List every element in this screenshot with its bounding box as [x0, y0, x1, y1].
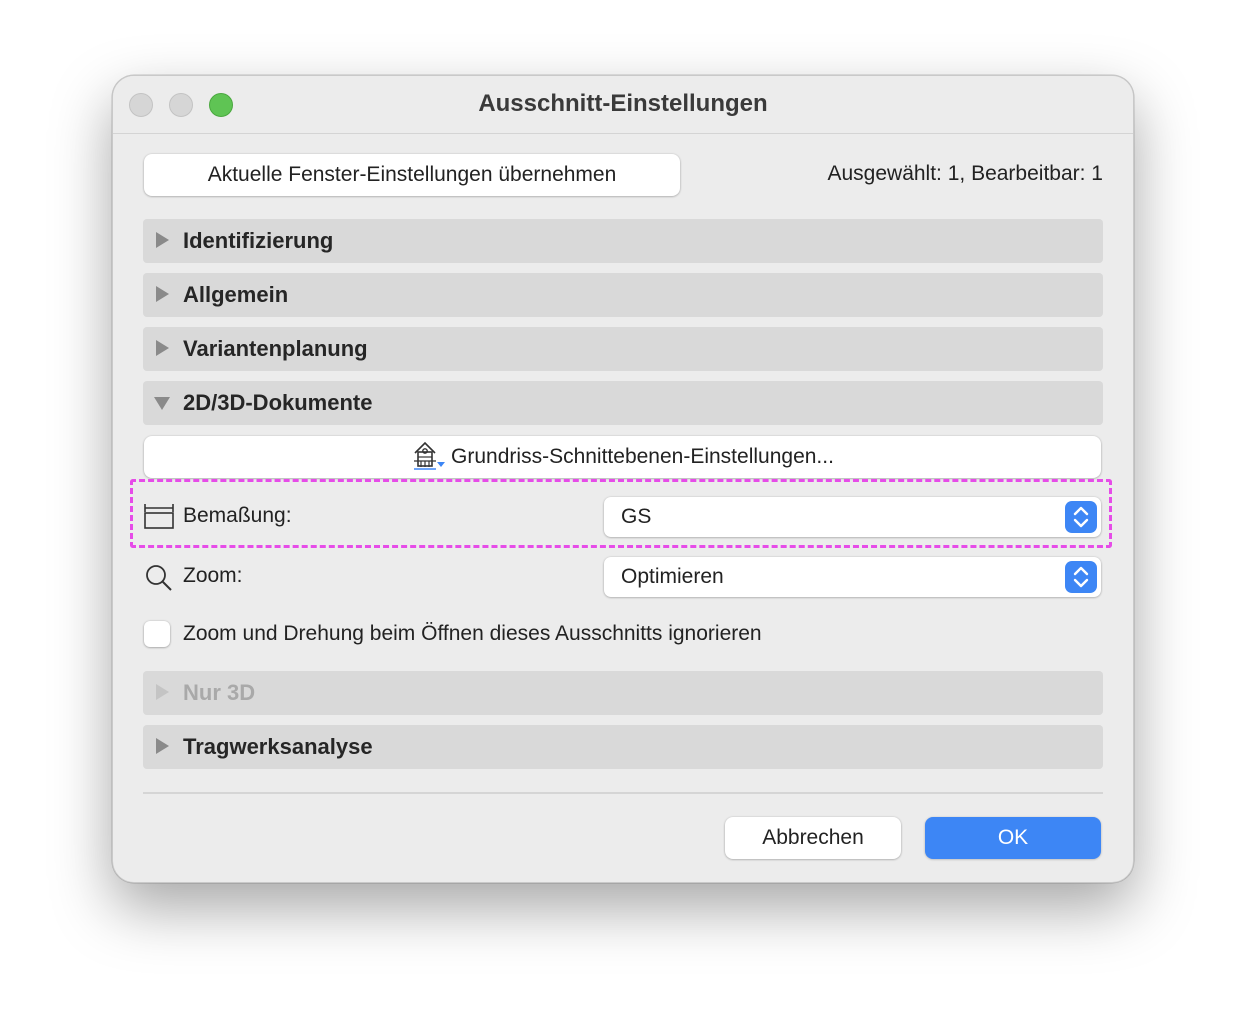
ignore-zoom-rotation-checkbox[interactable]	[144, 621, 170, 647]
zoom-popup[interactable]: Optimieren	[604, 557, 1101, 597]
dimension-label: Bemaßung:	[183, 504, 292, 527]
section-label: Identifizierung	[183, 228, 334, 253]
zoom-label: Zoom:	[183, 564, 243, 587]
section-2d-3d-dokumente[interactable]: 2D/3D-Dokumente	[143, 381, 1103, 425]
section-label: Nur 3D	[183, 680, 256, 705]
zoom-value: Optimieren	[621, 565, 724, 588]
ok-button[interactable]: OK	[925, 817, 1101, 859]
disclosure-arrow-icon	[156, 286, 169, 302]
disclosure-arrow-icon	[156, 232, 169, 248]
disclosure-arrow-icon	[156, 684, 169, 700]
apply-current-window-settings-button[interactable]: Aktuelle Fenster-Einstellungen übernehme…	[144, 154, 680, 196]
section-label: Variantenplanung	[183, 336, 368, 361]
floor-plan-cut-plane-icon	[414, 442, 446, 471]
ignore-zoom-rotation-label[interactable]: Zoom und Drehung beim Öffnen dieses Auss…	[183, 622, 762, 646]
section-label: Allgemein	[183, 282, 289, 307]
floor-plan-cut-plane-settings-button[interactable]: Grundriss-Schnittebenen-Einstellungen...	[144, 436, 1101, 478]
window-title: Ausschnitt-Einstellungen	[478, 90, 768, 117]
dimension-value: GS	[621, 505, 652, 528]
section-allgemein[interactable]: Allgemein	[143, 273, 1103, 317]
section-variantenplanung[interactable]: Variantenplanung	[143, 327, 1103, 371]
disclosure-arrow-icon	[156, 738, 169, 754]
section-identifizierung[interactable]: Identifizierung	[143, 219, 1103, 263]
chevron-up-down-icon	[1065, 561, 1097, 593]
cancel-button[interactable]: Abbrechen	[725, 817, 901, 859]
floor-plan-cut-plane-label: Grundriss-Schnittebenen-Einstellungen...	[451, 445, 834, 468]
disclosure-arrow-icon	[156, 340, 169, 356]
disclosure-arrow-expanded-icon	[154, 397, 170, 410]
section-nur-3d: Nur 3D	[143, 671, 1103, 715]
footer-divider	[143, 792, 1103, 794]
dimension-popup[interactable]: GS	[604, 497, 1101, 537]
selection-info: Ausgewählt: 1, Bearbeitbar: 1	[827, 162, 1103, 185]
magnifier-icon	[146, 565, 172, 591]
settings-dialog: Ausschnitt-Einstellungen Aktuelle Fenste…	[112, 75, 1134, 883]
section-tragwerksanalyse[interactable]: Tragwerksanalyse	[143, 725, 1103, 769]
title-bar: Ausschnitt-Einstellungen	[113, 76, 1133, 134]
section-label: Tragwerksanalyse	[183, 734, 373, 759]
chevron-up-down-icon	[1065, 501, 1097, 533]
dimension-icon	[144, 504, 174, 529]
section-label: 2D/3D-Dokumente	[183, 390, 373, 415]
